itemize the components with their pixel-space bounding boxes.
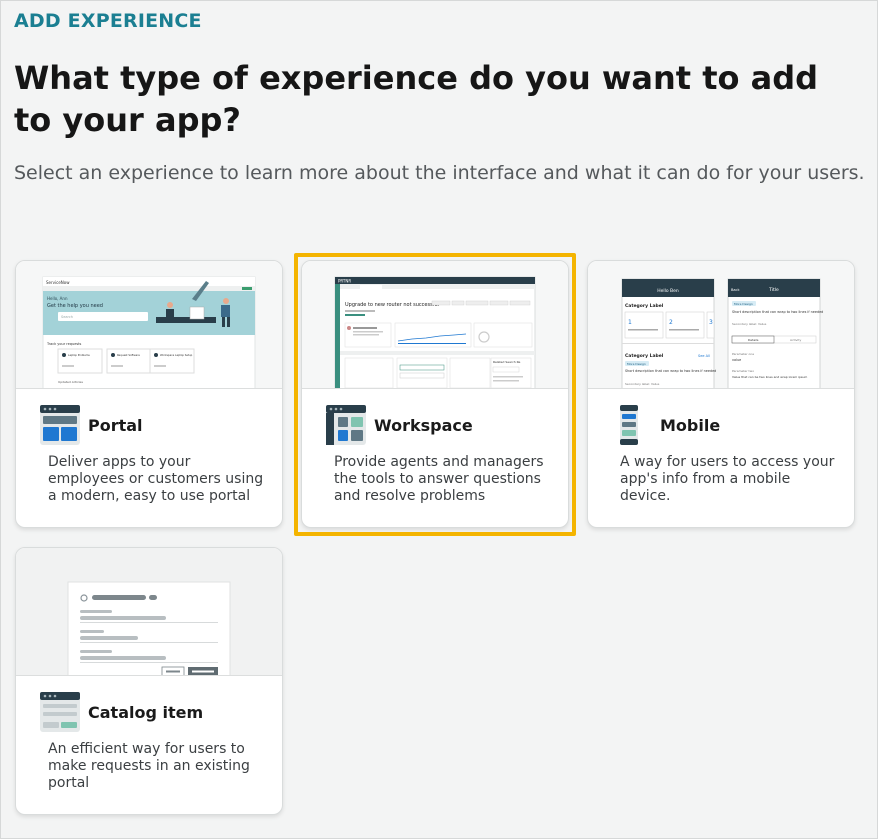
catalog-preview-illustration [16, 548, 282, 675]
workspace-preview-image: PRTNR Upgrade to new router not successf… [302, 261, 568, 389]
mobile-preview-stat-3: 3 [709, 319, 713, 326]
portal-preview-search: Search [61, 315, 73, 319]
portal-preview-tile-1: Laptop Problems [68, 353, 90, 357]
svg-text:Short description that can wra: Short description that can wrap to two l… [625, 369, 716, 373]
portal-preview-tile-3: Workspace Laptop Setup [160, 353, 193, 357]
mobile-preview-screen2-header: Title [768, 287, 779, 293]
mobile-preview-screen1-section2: Category Label [625, 353, 664, 359]
mobile-preview-screen1-text: Short description that can wrap to two l… [625, 369, 716, 373]
mobile-preview-see-all: See All [698, 354, 710, 358]
workspace-card-description: Provide agents and managers the tools to… [334, 454, 544, 504]
catalog-card-description: An efficient way for users to make reque… [48, 741, 250, 791]
mobile-preview-screen1-meta: Secondary label: Value [625, 382, 659, 386]
mobile-card-description: A way for users to access your app's inf… [620, 454, 835, 504]
mobile-preview-screen2-text: Short description that can wrap to two l… [732, 310, 823, 314]
portal-preview-heading: Get the help you need [47, 303, 103, 309]
portal-preview-illustration: ServiceNow Hello, Ann Get the help you n… [16, 261, 282, 388]
mobile-preview-field2-value: Value that can be two lines and wrap lor… [732, 375, 807, 379]
catalog-card-title: Catalog item [88, 703, 204, 722]
experience-card-portal[interactable]: ServiceNow Hello, Ann Get the help you n… [15, 260, 283, 528]
mobile-phone-icon [612, 405, 652, 445]
page-title: What type of experience do you want to a… [14, 59, 819, 139]
mobile-preview-screen2-back: Back [731, 288, 740, 292]
mobile-preview-screen2-chip: More Design [734, 302, 753, 306]
page-eyebrow: ADD EXPERIENCE [14, 10, 202, 32]
portal-preview-section: Track your requests [46, 342, 82, 346]
mobile-preview-tab-activity: Activity [790, 338, 801, 342]
portal-preview-brand: ServiceNow [46, 280, 70, 285]
portal-layout-icon [40, 405, 80, 445]
mobile-preview-screen1-chip: More Design [627, 362, 646, 366]
portal-card-description: Deliver apps to your employees or custom… [48, 454, 264, 504]
mobile-preview-stat-2: 2 [669, 319, 673, 326]
mobile-preview-image: Hello Ben Category Label 1 2 3 Category … [588, 261, 854, 389]
portal-card-title: Portal [88, 416, 143, 435]
portal-preview-image: ServiceNow Hello, Ann Get the help you n… [16, 261, 282, 389]
mobile-preview-stat-1: 1 [628, 319, 632, 326]
catalog-preview-image [16, 548, 282, 676]
workspace-preview-illustration: PRTNR Upgrade to new router not successf… [302, 261, 568, 388]
mobile-preview-tab-details: Details [748, 338, 759, 342]
mobile-preview-field1-label: Parameter one [732, 352, 754, 356]
mobile-preview-screen2-meta: Secondary label: Value [732, 322, 766, 326]
workspace-preview-record-title: Upgrade to new router not successful [345, 302, 439, 308]
workspace-preview-right-panel: Related Search Re [493, 360, 521, 364]
mobile-preview-screen1-header: Hello Ben [657, 288, 679, 294]
mobile-card-title: Mobile [660, 416, 721, 435]
experience-card-catalog[interactable]: Catalog item An efficient way for users … [15, 547, 283, 815]
mobile-preview-screen1-section1: Category Label [625, 303, 664, 309]
workspace-layout-icon [326, 405, 366, 445]
experience-card-workspace[interactable]: PRTNR Upgrade to new router not successf… [301, 260, 569, 528]
workspace-preview-brand: PRTNR [338, 279, 351, 284]
mobile-preview-field1-value: value [732, 358, 741, 362]
page-subtitle: Select an experience to learn more about… [14, 162, 865, 184]
portal-preview-greeting: Hello, Ann [47, 296, 68, 301]
experience-card-mobile[interactable]: Hello Ben Category Label 1 2 3 Category … [587, 260, 855, 528]
portal-preview-tile-2: Request Software [117, 353, 140, 357]
mobile-preview-field2-label: Parameter two [732, 369, 754, 373]
catalog-form-icon [40, 692, 80, 732]
mobile-preview-illustration: Hello Ben Category Label 1 2 3 Category … [588, 261, 854, 388]
workspace-card-title: Workspace [374, 416, 473, 435]
portal-preview-footer: Updated Articles [58, 380, 83, 384]
